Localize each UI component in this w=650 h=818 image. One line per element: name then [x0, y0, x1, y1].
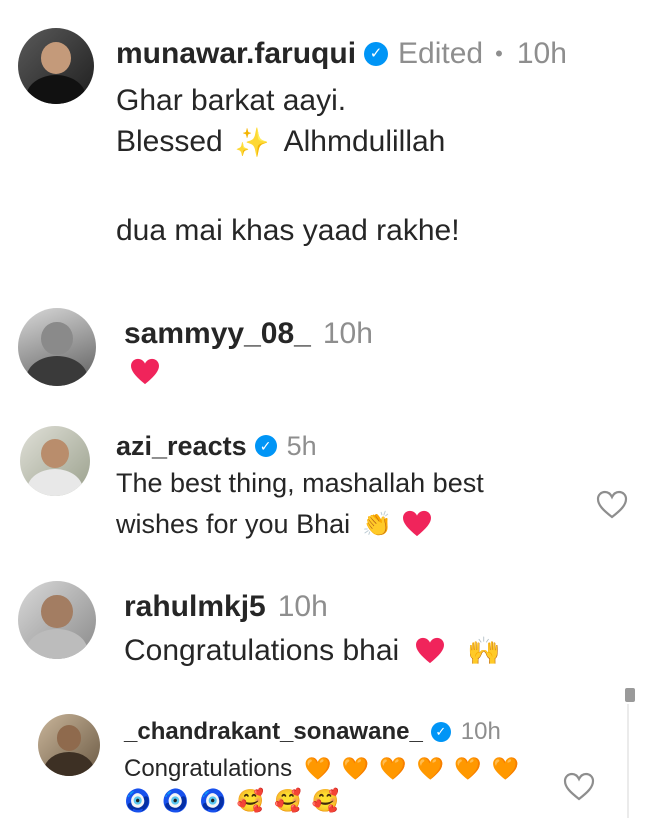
sparkles-icon: ✨: [234, 126, 270, 158]
comment-line-2: 🧿 🧿 🧿 🥰 🥰 🥰: [124, 786, 341, 816]
comment-sammyy: sammyy_08_ 10h: [0, 300, 630, 400]
comment-azi: azi_reacts ✓ 5h The best thing, mashalla…: [0, 420, 630, 560]
edited-label: Edited: [398, 37, 484, 70]
comment-line-1: Ghar barkat aayi.: [116, 84, 347, 117]
comment-text: Congratulations bhai: [124, 634, 400, 667]
comment-line-1: The best thing, mashallah best: [116, 468, 484, 498]
comment-rahul: rahulmkj5 10h Congratulations bhai 🙌: [0, 575, 630, 675]
clapping-hands-icon: 👏: [362, 510, 393, 538]
comment-header: _chandrakant_sonawane_ ✓ 10h: [124, 716, 501, 748]
avatar-head: [41, 595, 73, 628]
username[interactable]: munawar.faruqui: [116, 37, 356, 71]
avatar-body: [25, 75, 87, 104]
timestamp: 5h: [286, 430, 317, 461]
comment-text: Congratulations: [124, 755, 293, 782]
avatar[interactable]: [20, 426, 90, 496]
verified-icon: ✓: [364, 42, 389, 66]
comment-line-4: dua mai khas yaad rakhe!: [116, 214, 460, 247]
comment-header: azi_reacts ✓ 5h: [116, 428, 317, 464]
nazar-and-smiling-face-icons: 🧿 🧿 🧿 🥰 🥰 🥰: [124, 788, 341, 813]
comment-chandrakant: _chandrakant_sonawane_ ✓ 10h Congratulat…: [0, 700, 630, 818]
comment-line-2: Blessed ✨ Alhmdulillah: [116, 122, 445, 162]
username[interactable]: rahulmkj5: [124, 590, 266, 624]
avatar-body: [25, 356, 89, 386]
avatar[interactable]: [38, 714, 100, 776]
comment-header: munawar.faruqui ✓ Edited • 10h: [116, 34, 567, 74]
like-heart-icon[interactable]: [595, 488, 629, 522]
raised-hands-icon: 🙌: [467, 636, 501, 666]
username[interactable]: sammyy_08_: [124, 317, 311, 351]
comment-body: Congratulations bhai 🙌: [124, 631, 501, 671]
like-heart-icon[interactable]: [562, 770, 596, 804]
timestamp: 10h: [460, 718, 501, 745]
avatar-head: [56, 725, 82, 752]
comment-line-2: wishes for you Bhai 👏: [116, 506, 432, 542]
username[interactable]: _chandrakant_sonawane_: [124, 718, 423, 746]
separator-dot: •: [495, 41, 503, 66]
comment-body: [130, 358, 160, 386]
comment-munawar: munawar.faruqui ✓ Edited • 10h Ghar bark…: [0, 0, 630, 290]
red-heart-icon: [416, 637, 445, 664]
comment-line-1: Congratulations 🧡 🧡 🧡 🧡 🧡 🧡: [124, 752, 521, 786]
avatar-head: [40, 41, 72, 74]
avatar[interactable]: [18, 28, 94, 104]
timestamp: 10h: [277, 590, 328, 623]
comment-header: rahulmkj5 10h: [124, 587, 328, 627]
verified-icon: ✓: [254, 435, 277, 457]
avatar-body: [25, 629, 89, 659]
red-heart-icon: [131, 358, 159, 385]
timestamp: 10h: [322, 317, 373, 350]
username[interactable]: azi_reacts: [116, 431, 247, 462]
avatar[interactable]: [18, 308, 96, 386]
alhmdulillah-text: Alhmdulillah: [283, 125, 446, 158]
avatar-body: [27, 469, 83, 496]
verified-icon: ✓: [430, 722, 451, 742]
avatar-head: [41, 322, 73, 355]
avatar-head: [41, 438, 69, 468]
timestamp: 10h: [516, 37, 567, 70]
blessed-text: Blessed: [116, 125, 223, 158]
avatar[interactable]: [18, 581, 96, 659]
red-heart-icon: [403, 510, 432, 537]
orange-hearts-icons: 🧡 🧡 🧡 🧡 🧡 🧡: [304, 756, 522, 781]
avatar-body: [44, 752, 94, 776]
comment-text: wishes for you Bhai: [116, 508, 351, 539]
comment-header: sammyy_08_ 10h: [124, 314, 373, 354]
